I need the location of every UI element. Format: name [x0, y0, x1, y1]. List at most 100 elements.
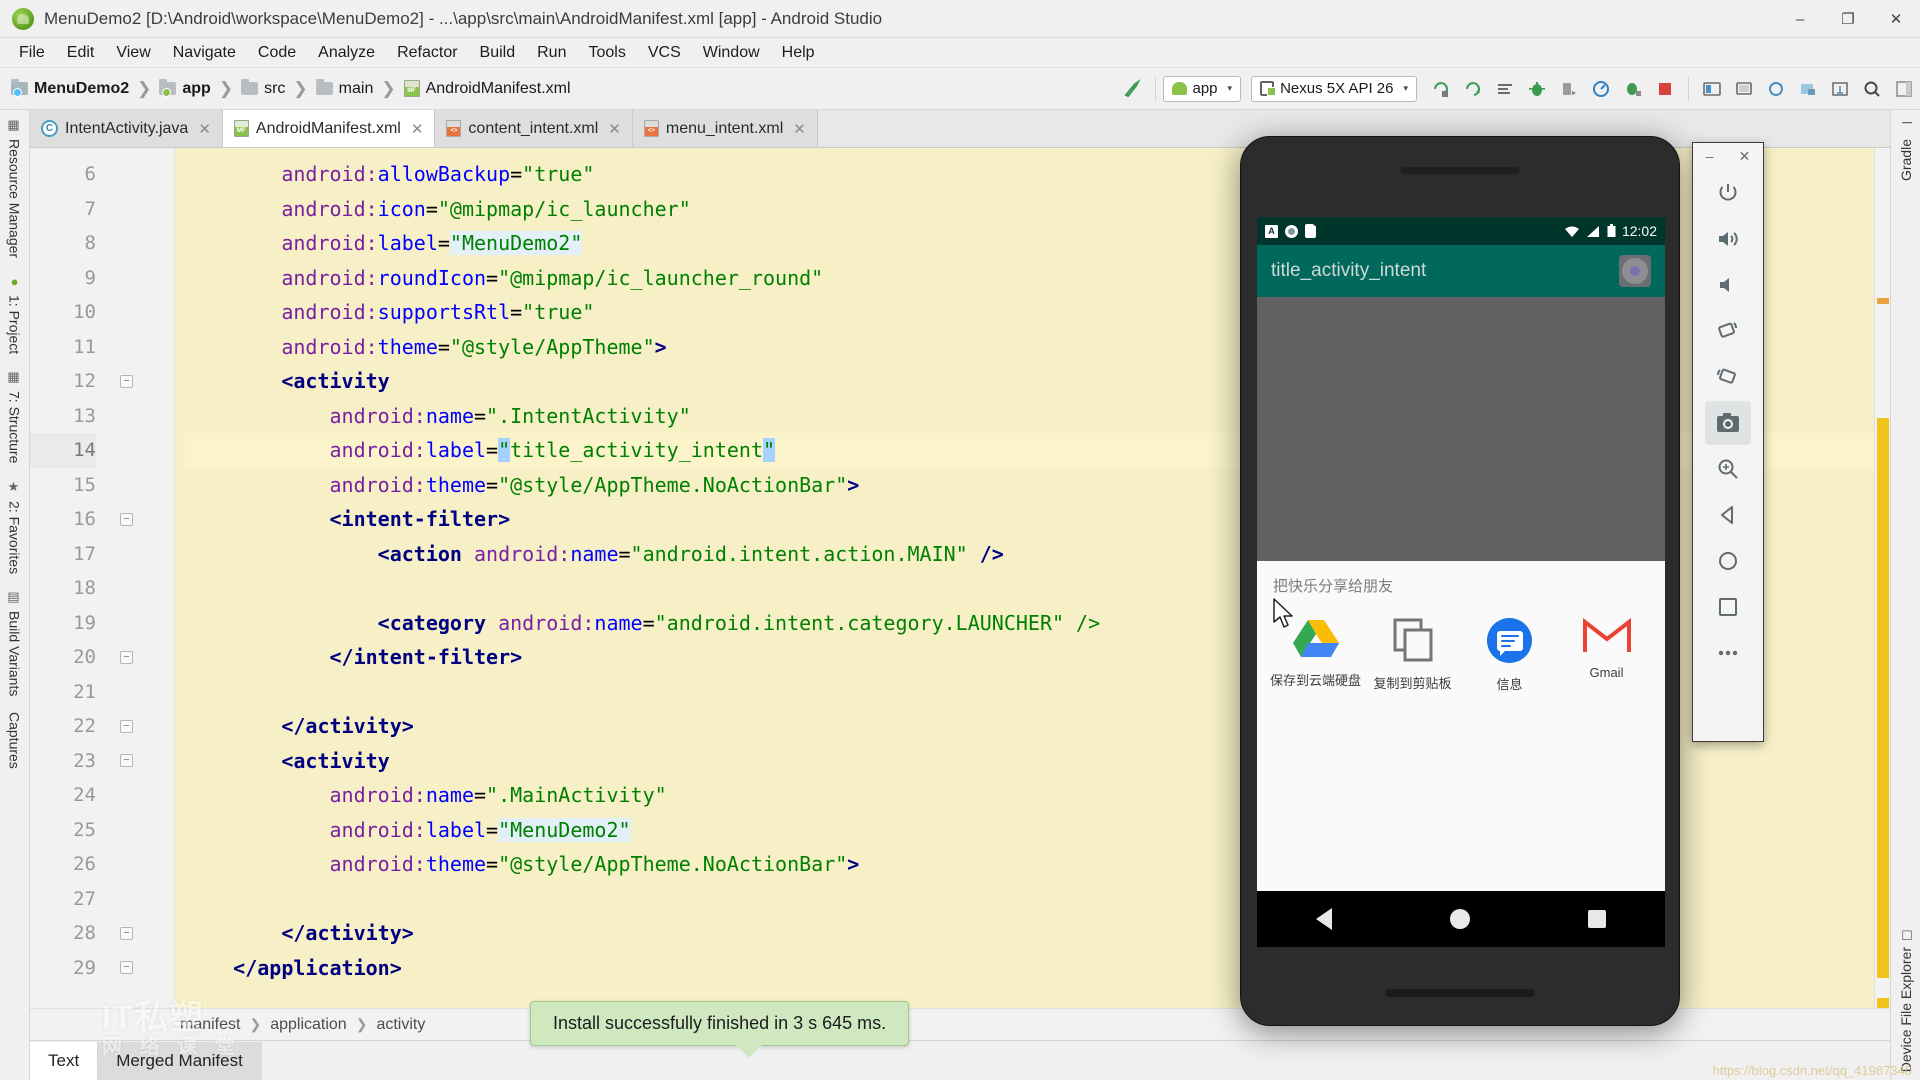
share-target-gmail[interactable]: Gmail: [1558, 618, 1655, 693]
back-button[interactable]: [1705, 493, 1751, 537]
zoom-button[interactable]: [1705, 447, 1751, 491]
fold-toggle-icon[interactable]: −: [120, 513, 133, 526]
breadcrumb-app[interactable]: app: [156, 79, 213, 99]
breadcrumb-application[interactable]: application: [270, 1016, 347, 1034]
tab-androidmanifest-xml[interactable]: AndroidManifest.xml ✕: [223, 110, 436, 147]
device-selector[interactable]: Nexus 5X API 26 ▾: [1251, 76, 1417, 102]
editor-mode-tabs: Text Merged Manifest: [30, 1040, 1890, 1080]
sync-gradle-icon[interactable]: [1760, 74, 1792, 104]
sdk-manager-icon[interactable]: [1696, 74, 1728, 104]
emulator-close-button[interactable]: ✕: [1739, 148, 1751, 165]
breadcrumb-main[interactable]: main: [313, 79, 377, 99]
breadcrumb-file[interactable]: AndroidManifest.xml: [401, 79, 574, 99]
run-configuration-selector[interactable]: app ▾: [1163, 76, 1242, 102]
sidebar-item-favorites[interactable]: ★ 2: Favorites: [7, 472, 23, 582]
app-launcher-icon[interactable]: [1619, 255, 1651, 287]
rotate-left-button[interactable]: [1705, 309, 1751, 353]
tab-content-intent-xml[interactable]: content_intent.xml ✕: [435, 110, 632, 147]
volume-down-button[interactable]: [1705, 263, 1751, 307]
more-button[interactable]: [1705, 631, 1751, 675]
editor-gutter[interactable]: 6789101112131415161718192021222324252627…: [30, 148, 175, 1008]
overview-button[interactable]: [1705, 585, 1751, 629]
activity-content-area[interactable]: [1257, 297, 1665, 561]
home-button[interactable]: [1705, 539, 1751, 583]
share-sheet[interactable]: 把快乐分享给朋友 保存到云端硬盘: [1257, 561, 1665, 947]
menu-view[interactable]: View: [105, 41, 161, 65]
fold-toggle-icon[interactable]: −: [120, 961, 133, 974]
emulator-minimize-button[interactable]: –: [1706, 148, 1714, 164]
code-folding-column[interactable]: − − − − − − −: [108, 148, 148, 1008]
share-target-clipboard[interactable]: 复制到剪贴板: [1364, 618, 1461, 693]
android-emulator-window[interactable]: A 12:02 title_activity_intent 把快乐分享给朋友: [1240, 136, 1680, 1026]
menu-navigate[interactable]: Navigate: [162, 41, 247, 65]
menu-run[interactable]: Run: [526, 41, 577, 65]
power-button[interactable]: [1705, 171, 1751, 215]
build-hammer-icon[interactable]: [1116, 74, 1148, 104]
tab-close-icon[interactable]: ✕: [198, 120, 211, 138]
sidebar-item-gradle[interactable]: Gradle ⚊: [1898, 110, 1914, 189]
java-class-icon: C: [41, 120, 58, 137]
sidebar-item-resource-manager[interactable]: ▦ Resource Manager: [7, 110, 23, 266]
attach-debugger-icon[interactable]: [1553, 74, 1585, 104]
profiler-icon[interactable]: [1585, 74, 1617, 104]
menu-analyze[interactable]: Analyze: [307, 41, 386, 65]
nav-recents-button[interactable]: [1588, 910, 1606, 928]
project-structure-icon[interactable]: [1824, 74, 1856, 104]
minimize-button[interactable]: –: [1776, 0, 1824, 38]
menu-refactor[interactable]: Refactor: [386, 41, 468, 65]
menu-build[interactable]: Build: [469, 41, 527, 65]
tab-menu-intent-xml[interactable]: menu_intent.xml ✕: [633, 110, 818, 147]
breadcrumb-manifest[interactable]: manifest: [180, 1016, 240, 1034]
stop-button[interactable]: [1649, 74, 1681, 104]
menu-window[interactable]: Window: [692, 41, 771, 65]
tab-merged-manifest[interactable]: Merged Manifest: [98, 1042, 262, 1080]
fold-toggle-icon[interactable]: −: [120, 651, 133, 664]
debug-button[interactable]: [1521, 74, 1553, 104]
android-navigation-bar[interactable]: [1257, 891, 1665, 947]
share-target-messages[interactable]: 信息: [1461, 618, 1558, 693]
layout-toggle-icon[interactable]: [1888, 74, 1920, 104]
nav-home-button[interactable]: [1450, 909, 1470, 929]
sidebar-item-build-variants[interactable]: ▤ Build Variants: [7, 582, 23, 704]
fold-toggle-icon[interactable]: −: [120, 375, 133, 388]
tab-close-icon[interactable]: ✕: [608, 120, 621, 138]
sidebar-item-project[interactable]: ● 1: Project: [7, 266, 23, 362]
wifi-icon: [1564, 225, 1580, 238]
editor-marker-bar[interactable]: [1874, 148, 1890, 1008]
tab-text[interactable]: Text: [30, 1042, 98, 1080]
maximize-button[interactable]: ❐: [1824, 0, 1872, 38]
tab-intentactivity-java[interactable]: C IntentActivity.java ✕: [30, 110, 223, 147]
fold-toggle-icon[interactable]: −: [120, 754, 133, 767]
close-button[interactable]: ✕: [1872, 0, 1920, 38]
tab-close-icon[interactable]: ✕: [411, 120, 424, 138]
apply-changes-icon[interactable]: [1489, 74, 1521, 104]
sidebar-item-structure[interactable]: ▦ 7: Structure: [7, 362, 23, 471]
run-button[interactable]: [1425, 74, 1457, 104]
menu-code[interactable]: Code: [247, 41, 307, 65]
screenshot-button[interactable]: [1705, 401, 1751, 445]
rerun-button[interactable]: [1457, 74, 1489, 104]
sidebar-item-device-file-explorer[interactable]: Device File Explorer ☐: [1898, 918, 1914, 1080]
breadcrumb-activity[interactable]: activity: [376, 1016, 425, 1034]
debug-config-icon[interactable]: [1617, 74, 1649, 104]
phone-screen[interactable]: A 12:02 title_activity_intent 把快乐分享给朋友: [1257, 217, 1665, 947]
breadcrumb-src[interactable]: src: [238, 79, 288, 99]
sidebar-item-captures[interactable]: Captures: [7, 704, 23, 777]
menu-vcs[interactable]: VCS: [637, 41, 692, 65]
breadcrumb-project[interactable]: MenuDemo2: [8, 79, 132, 99]
share-target-drive[interactable]: 保存到云端硬盘: [1267, 618, 1364, 693]
emulator-control-panel[interactable]: – ✕: [1692, 142, 1764, 742]
menu-edit[interactable]: Edit: [56, 41, 106, 65]
volume-up-button[interactable]: [1705, 217, 1751, 261]
menu-tools[interactable]: Tools: [577, 41, 636, 65]
fold-toggle-icon[interactable]: −: [120, 927, 133, 940]
menu-file[interactable]: File: [8, 41, 56, 65]
menu-help[interactable]: Help: [771, 41, 826, 65]
avd-icon-2[interactable]: [1792, 74, 1824, 104]
avd-manager-icon[interactable]: [1728, 74, 1760, 104]
search-icon[interactable]: [1856, 74, 1888, 104]
nav-back-button[interactable]: [1316, 908, 1332, 930]
fold-toggle-icon[interactable]: −: [120, 720, 133, 733]
tab-close-icon[interactable]: ✕: [793, 120, 806, 138]
rotate-right-button[interactable]: [1705, 355, 1751, 399]
